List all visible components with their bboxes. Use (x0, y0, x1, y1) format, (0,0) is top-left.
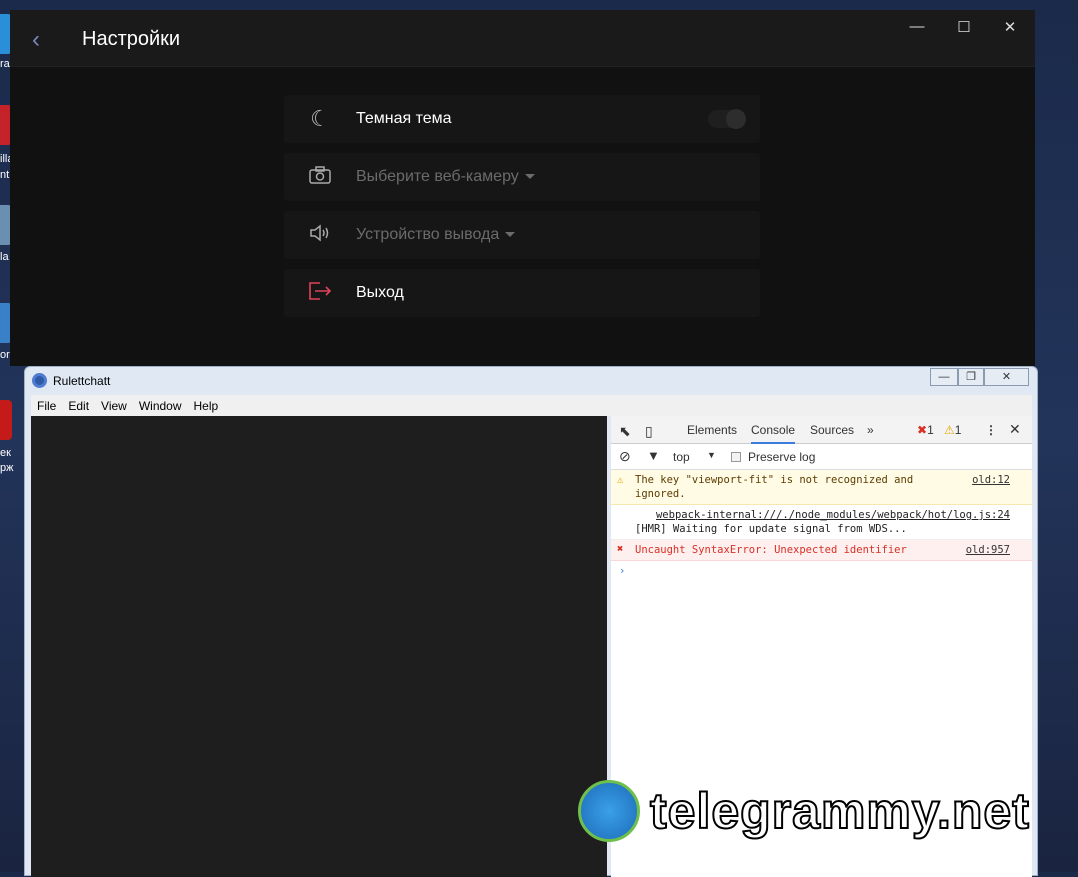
dark-theme-toggle[interactable] (708, 109, 746, 129)
menu-help[interactable]: Help (188, 399, 225, 413)
close-icon[interactable]: ✕ (995, 18, 1025, 36)
app-content (31, 416, 607, 877)
minimize-icon[interactable]: — (902, 18, 932, 35)
warning-count[interactable]: ⚠1 (944, 423, 961, 437)
message-source-link[interactable]: old:957 (966, 543, 1010, 557)
speaker-icon (284, 223, 356, 247)
preserve-log-checkbox[interactable] (731, 452, 741, 462)
title-bar: Rulettchatt — ❐ ✕ (25, 367, 1037, 395)
desktop-label: la (0, 251, 9, 263)
desktop-label: рж (0, 462, 14, 474)
tab-elements[interactable]: Elements (687, 423, 737, 437)
camera-icon (284, 165, 356, 189)
message-source-link[interactable]: old:12 (972, 473, 1010, 487)
title-bar: ‹ Настройки — ☐ ✕ (10, 10, 1035, 67)
minimize-icon[interactable]: — (930, 368, 958, 386)
devtools-tabs: ⬉ ▯ Elements Console Sources » ✖1 ⚠1 ⋮ ✕ (611, 416, 1032, 444)
output-device-select[interactable]: Устройство вывода (284, 211, 760, 259)
filter-icon[interactable]: ▼ (647, 448, 660, 463)
device-toggle-icon[interactable]: ▯ (645, 423, 653, 440)
kebab-menu-icon[interactable]: ⋮ (985, 423, 997, 437)
clear-console-icon[interactable]: ⊘ (619, 448, 631, 465)
desktop-label: nt (0, 169, 10, 181)
dark-theme-label: Темная тема (356, 110, 452, 127)
preserve-log-label: Preserve log (748, 450, 816, 464)
watermark: telegrammy.net (578, 780, 1030, 842)
more-tabs-button[interactable]: » (867, 423, 874, 437)
menu-view[interactable]: View (95, 399, 133, 413)
warning-icon: ⚠ (617, 474, 624, 486)
menu-bar: File Edit View Window Help (31, 395, 1032, 416)
desktop-label: ra (0, 58, 10, 70)
inspect-icon[interactable]: ⬉ (619, 423, 631, 440)
logout-icon (284, 281, 356, 306)
webcam-label: Выберите веб-камеру (356, 168, 535, 186)
console-log: webpack-internal:///./node_modules/webpa… (611, 505, 1032, 540)
app-logo-icon (32, 373, 47, 388)
menu-edit[interactable]: Edit (62, 399, 95, 413)
menu-file[interactable]: File (31, 399, 62, 413)
telegram-logo-icon (578, 780, 640, 842)
console-error: ✖ Uncaught SyntaxError: Unexpected ident… (611, 540, 1032, 561)
output-device-label: Устройство вывода (356, 226, 516, 244)
close-icon[interactable]: ✕ (984, 368, 1029, 386)
caret-down-icon (505, 232, 516, 238)
console-toolbar: ⊘ ▼ top ▼ Preserve log (611, 444, 1032, 470)
context-select[interactable]: top (673, 450, 690, 464)
console-warning: ⚠ The key "viewport-fit" is not recogniz… (611, 470, 1032, 505)
moon-icon: ☾ (310, 106, 330, 131)
menu-window[interactable]: Window (133, 399, 188, 413)
message-text: The key "viewport-fit" is not recognized… (635, 474, 914, 500)
message-source-link[interactable]: webpack-internal:///./node_modules/webpa… (635, 508, 1010, 522)
error-icon: ✖ (617, 543, 624, 555)
context-dropdown-icon[interactable]: ▼ (707, 450, 716, 460)
message-text: [HMR] Waiting for update signal from WDS… (635, 523, 907, 535)
logout-button[interactable]: Выход (284, 269, 760, 317)
watermark-text: telegrammy.net (649, 782, 1030, 840)
console-prompt[interactable]: › (611, 561, 1032, 581)
desktop-label: ек (0, 447, 11, 459)
webcam-select[interactable]: Выберите веб-камеру (284, 153, 760, 201)
close-devtools-icon[interactable]: ✕ (1009, 421, 1021, 438)
tab-sources[interactable]: Sources (810, 423, 854, 437)
dark-theme-row[interactable]: ☾ Темная тема (284, 95, 760, 143)
desktop-label: or (0, 349, 10, 361)
error-count[interactable]: ✖1 (917, 423, 934, 437)
settings-window: ‹ Настройки — ☐ ✕ ☾ Темная тема Выберите… (10, 10, 1035, 366)
page-title: Настройки (82, 28, 181, 50)
desktop-icon[interactable] (0, 400, 12, 440)
window-title: Rulettchatt (53, 374, 111, 388)
maximize-icon[interactable]: ☐ (949, 18, 979, 36)
back-arrow-icon[interactable]: ‹ (32, 26, 40, 54)
restore-icon[interactable]: ❐ (958, 368, 984, 386)
caret-down-icon (524, 174, 535, 180)
message-text: Uncaught SyntaxError: Unexpected identif… (635, 544, 907, 556)
logout-label: Выход (356, 284, 404, 301)
tab-console[interactable]: Console (751, 423, 796, 444)
